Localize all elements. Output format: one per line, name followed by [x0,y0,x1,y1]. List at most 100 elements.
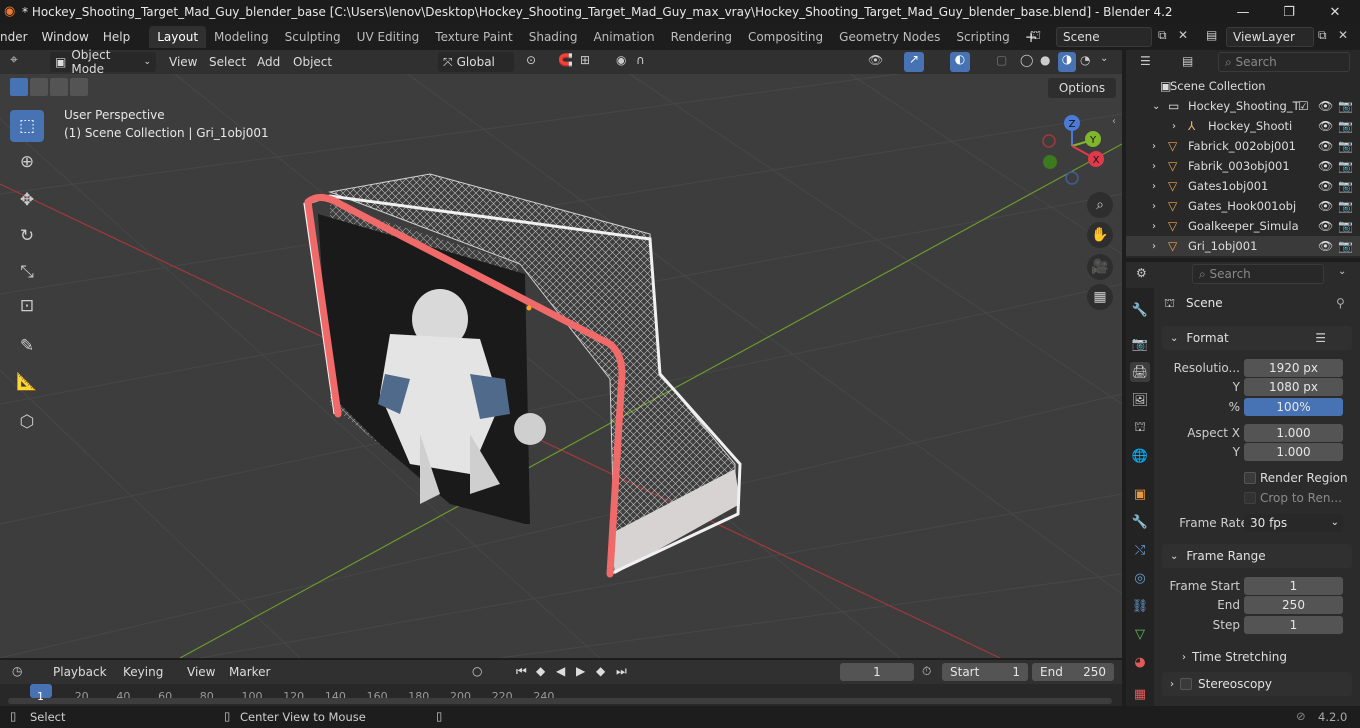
data-tab-icon[interactable]: ▽ [1130,624,1150,644]
camera-view-icon[interactable]: 🎥 [1087,254,1113,280]
outliner-item[interactable]: › ▽ Goalkeeper_Simula 👁 📷 [1126,216,1360,236]
properties-editor-icon[interactable]: ⚙ [1136,266,1147,280]
cursor-tool[interactable]: ⊕ [10,146,44,178]
visibility-eye-icon[interactable]: 👁 [1318,139,1333,153]
select-menu[interactable]: Select [202,51,253,73]
tab-layout[interactable]: Layout [149,26,207,48]
modifier-tab-icon[interactable]: 🔧 [1130,512,1150,532]
aspect-x-field[interactable]: 1.000 [1244,424,1343,442]
render-camera-icon[interactable]: 📷 [1338,199,1353,213]
snap-target-icon[interactable]: ⊞ [580,53,590,67]
xray-icon[interactable]: ▢ [996,53,1007,67]
navigation-gizmo[interactable]: Z Y X [1036,112,1108,192]
view-menu[interactable]: View [162,51,204,73]
render-camera-icon[interactable]: 📷 [1338,119,1353,133]
proportional-edit-icon[interactable]: ◉ [616,53,626,67]
select-extend-icon[interactable] [30,78,48,96]
render-tab-icon[interactable]: 📷 [1130,334,1150,354]
play-icon[interactable]: ▶ [576,664,585,678]
presets-list-icon[interactable]: ☰ [1315,331,1326,345]
world-tab-icon[interactable]: 🌐 [1130,446,1150,466]
visibility-eye-icon[interactable]: 👁 [1318,159,1333,173]
solid-shading-icon[interactable]: ● [1040,53,1050,67]
visibility-eye-icon[interactable]: 👁 [1318,99,1333,113]
visibility-icon[interactable]: 👁 [868,53,883,67]
options-dropdown[interactable]: Options [1048,78,1116,98]
chevron-right-icon[interactable]: › [1152,221,1156,232]
display-mode-icon[interactable]: ▤ [1182,54,1193,68]
play-reverse-icon[interactable]: ◀ [556,664,565,678]
end-frame-field[interactable]: End 250 [1032,663,1114,681]
viewlayer-field[interactable]: ViewLayer [1226,27,1314,47]
select-intersect-icon[interactable] [70,78,88,96]
material-shading-icon[interactable]: ◑ [1058,52,1076,72]
chevron-down-icon[interactable]: ⌄ [1152,101,1160,112]
snap-icon[interactable]: 🧲 [558,53,573,67]
visibility-eye-icon[interactable]: 👁 [1318,199,1333,213]
timeline-scrollbar[interactable] [8,698,1112,704]
object-tab-icon[interactable]: ▣ [1130,484,1150,504]
rotate-tool[interactable]: ↻ [10,220,44,252]
minimize-button[interactable]: — [1220,0,1266,24]
texture-tab-icon[interactable]: ▦ [1130,684,1150,704]
render-camera-icon[interactable]: 📷 [1338,99,1353,113]
next-keyframe-icon[interactable]: ◆ [596,664,605,678]
physics-tab-icon[interactable]: ◎ [1130,568,1150,588]
frame-start-field[interactable]: 1 [1244,577,1343,595]
marker-menu[interactable]: Marker [222,661,277,683]
properties-search[interactable]: ⌕ Search [1192,264,1324,284]
outliner-search[interactable]: ⌕ Search [1218,52,1350,72]
scale-tool[interactable]: ⤡ [10,256,44,288]
stereoscopy-checkbox[interactable] [1180,678,1192,690]
move-tool[interactable]: ✥ [10,184,44,216]
constraints-tab-icon[interactable]: ⛓ [1130,596,1150,616]
resolution-y-field[interactable]: 1080 px [1244,378,1343,396]
particles-tab-icon[interactable]: ⤭ [1130,540,1150,560]
outliner-item[interactable]: ⌄ ▭ Hockey_Shooting_T ☑ 👁 📷 [1126,96,1360,116]
render-region-checkbox[interactable] [1244,472,1256,484]
outliner-item[interactable]: › ⅄ Hockey_Shooti 👁 📷 [1126,116,1360,136]
time-stretching-subpanel[interactable]: › Time Stretching [1182,648,1332,666]
tab-uv-editing[interactable]: UV Editing [349,26,428,48]
select-subtract-icon[interactable] [50,78,68,96]
3d-viewport[interactable]: User Perspective (1) Scene Collection | … [0,74,1122,658]
overlays-icon[interactable]: ◐ [950,52,970,72]
render-region-row[interactable]: Render Region [1162,468,1354,488]
select-box-tool[interactable]: ⬚ [10,110,44,142]
close-button[interactable]: ✕ [1312,0,1358,24]
render-camera-icon[interactable]: 📷 [1338,179,1353,193]
falloff-icon[interactable]: ∩ [636,53,645,67]
output-tab-icon[interactable]: 🖨 [1130,362,1150,382]
scene-icon[interactable]: ⛫ [1030,28,1041,44]
menu-window[interactable]: Window [35,24,96,50]
outliner-root[interactable]: ▣ Scene Collection [1126,76,1360,96]
tab-sculpting[interactable]: Sculpting [277,26,349,48]
zoom-icon[interactable]: ⌕ [1087,192,1113,218]
scene-field[interactable]: Scene [1056,27,1152,47]
render-camera-icon[interactable]: 📷 [1338,219,1353,233]
chevron-right-icon[interactable]: › [1172,121,1176,132]
visibility-eye-icon[interactable]: 👁 [1318,239,1333,253]
outliner-item[interactable]: › ▽ Fabrik_003obj001 👁 📷 [1126,156,1360,176]
tab-geometry-nodes[interactable]: Geometry Nodes [831,26,948,48]
select-new-icon[interactable] [10,78,28,96]
exclude-checkbox-icon[interactable]: ☑ [1298,99,1309,113]
shading-options-icon[interactable]: ⌄ [1100,53,1108,64]
start-frame-field[interactable]: Start 1 [942,663,1028,681]
new-scene-icon[interactable]: ⧉ [1158,28,1167,43]
scene-tab-icon[interactable]: ⛫ [1130,418,1150,438]
object-menu[interactable]: Object [286,51,339,73]
measure-tool[interactable]: 📐 [10,366,44,398]
add-cube-tool[interactable]: ⬡ [10,406,44,438]
prev-keyframe-icon[interactable]: ◆ [536,664,545,678]
gizmo-icon[interactable]: ↗ [904,52,924,72]
pivot-icon[interactable]: ⊙ [526,53,536,67]
playback-menu[interactable]: Playback [46,661,114,683]
outliner-item[interactable]: › ▽ Gates_Hook001obj 👁 📷 [1126,196,1360,216]
add-menu[interactable]: Add [250,51,287,73]
current-frame-field[interactable]: 1 [840,663,914,681]
chevron-right-icon[interactable]: › [1152,161,1156,172]
render-camera-icon[interactable]: 📷 [1338,139,1353,153]
tab-scripting[interactable]: Scripting [948,26,1017,48]
properties-options-icon[interactable]: ⌄ [1338,266,1346,277]
